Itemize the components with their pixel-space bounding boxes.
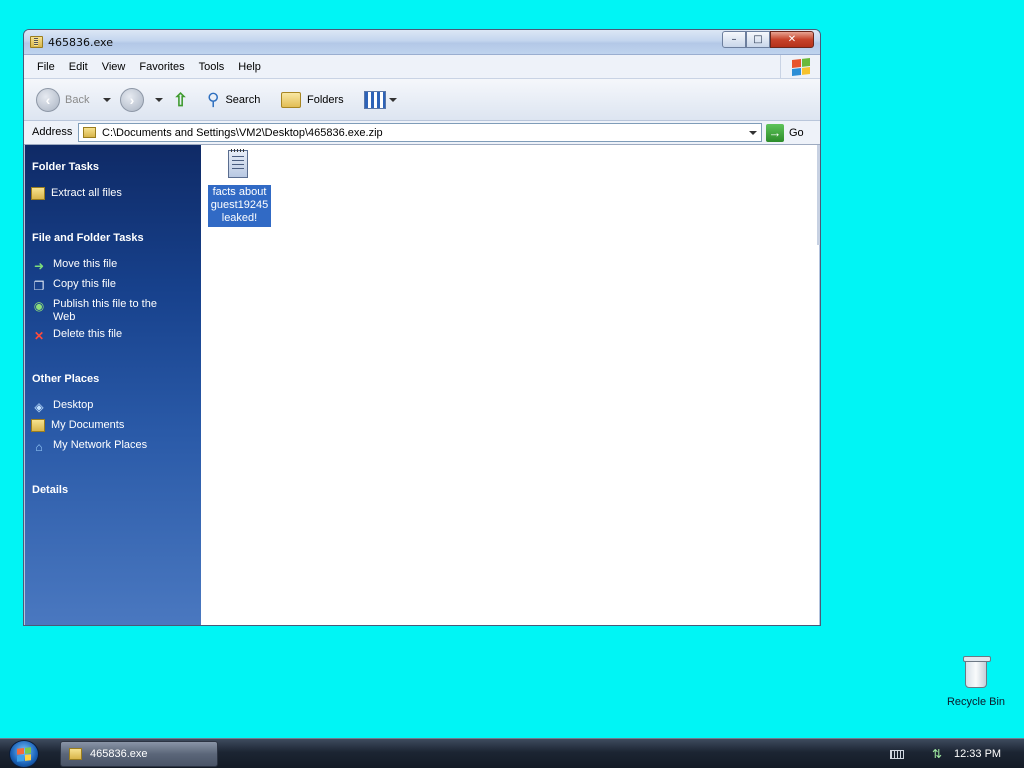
menu-edit[interactable]: Edit bbox=[62, 61, 95, 73]
desktop-label: Desktop bbox=[53, 399, 94, 411]
views-icon bbox=[364, 91, 386, 109]
recycle-bin[interactable]: Recycle Bin bbox=[944, 656, 1008, 712]
back-label: Back bbox=[65, 94, 90, 106]
start-button[interactable] bbox=[9, 740, 39, 768]
my-documents-link[interactable]: My Documents bbox=[31, 419, 171, 432]
clock[interactable]: 12:33 PM bbox=[954, 748, 1001, 760]
desktop-link[interactable]: ◈ Desktop bbox=[31, 399, 173, 415]
folder-tasks-heading[interactable]: Folder Tasks bbox=[32, 161, 99, 173]
taskbar-window-label: 465836.exe bbox=[90, 748, 148, 760]
address-dropdown[interactable] bbox=[744, 124, 761, 141]
zip-folder-icon bbox=[30, 36, 43, 48]
publish-file-label: Publish this file to the Web bbox=[53, 298, 157, 323]
recycle-bin-icon bbox=[963, 656, 991, 688]
menu-help[interactable]: Help bbox=[231, 61, 268, 73]
taskbar: 465836.exe ⇅ 12:33 PM bbox=[0, 738, 1024, 768]
go-label: Go bbox=[789, 126, 804, 139]
address-label: Address bbox=[32, 126, 73, 138]
explorer-window: 465836.exe – □ ✕ File Edit View Favorite… bbox=[23, 29, 821, 626]
forward-arrow-icon: › bbox=[120, 88, 144, 112]
maximize-button[interactable]: □ bbox=[746, 31, 770, 48]
folders-label: Folders bbox=[307, 94, 344, 106]
recycle-bin-label: Recycle Bin bbox=[946, 696, 1006, 708]
address-bar: Address C:\Documents and Settings\VM2\De… bbox=[24, 121, 820, 145]
extract-all-files-label: Extract all files bbox=[51, 187, 122, 199]
menu-view[interactable]: View bbox=[95, 61, 133, 73]
views-button[interactable] bbox=[364, 87, 397, 113]
copy-icon: ❐ bbox=[33, 279, 45, 293]
go-arrow-icon: → bbox=[766, 123, 784, 142]
windows-flag-icon bbox=[791, 57, 810, 76]
file-folder-tasks-heading[interactable]: File and Folder Tasks bbox=[32, 232, 144, 244]
taskbar-window-button[interactable]: 465836.exe bbox=[60, 741, 218, 767]
go-button[interactable]: → Go bbox=[766, 123, 804, 142]
system-tray: ⇅ 12:33 PM bbox=[890, 739, 1001, 768]
minimize-button[interactable]: – bbox=[722, 31, 746, 48]
details-heading[interactable]: Details bbox=[32, 484, 68, 496]
delete-file-link[interactable]: ✕ Delete this file bbox=[31, 328, 173, 344]
extract-icon bbox=[31, 187, 45, 200]
up-folder-icon: ⇧ bbox=[173, 89, 189, 110]
back-dropdown-icon[interactable] bbox=[103, 98, 112, 102]
desktop-icon: ◈ bbox=[34, 400, 44, 414]
move-file-link[interactable]: ➜ Move this file bbox=[31, 258, 173, 274]
folder-icon bbox=[281, 92, 301, 108]
network-icon: ⌂ bbox=[35, 440, 43, 454]
copy-file-link[interactable]: ❐ Copy this file bbox=[31, 278, 173, 294]
views-dropdown-icon[interactable] bbox=[389, 98, 397, 102]
documents-folder-icon bbox=[31, 419, 45, 432]
back-arrow-icon: ‹ bbox=[36, 88, 60, 112]
my-documents-label: My Documents bbox=[51, 419, 125, 431]
network-status-icon[interactable]: ⇅ bbox=[932, 747, 946, 761]
my-network-places-link[interactable]: ⌂ My Network Places bbox=[31, 439, 173, 455]
zip-folder-icon bbox=[83, 127, 96, 138]
file-name-label: facts about guest19245 leaked! bbox=[208, 185, 271, 227]
address-field[interactable]: C:\Documents and Settings\VM2\Desktop\46… bbox=[78, 123, 762, 142]
menu-file[interactable]: File bbox=[30, 61, 62, 73]
other-places-heading[interactable]: Other Places bbox=[32, 373, 99, 385]
publish-file-link[interactable]: ◉ Publish this file to the Web bbox=[31, 298, 173, 324]
search-icon: ⚲ bbox=[207, 90, 220, 109]
up-folder-button[interactable]: ⇧ bbox=[173, 87, 188, 113]
globe-icon: ◉ bbox=[33, 299, 45, 313]
caption-buttons: – □ ✕ bbox=[722, 31, 814, 48]
copy-file-label: Copy this file bbox=[53, 278, 116, 290]
delete-file-label: Delete this file bbox=[53, 328, 123, 340]
scrollbar-edge bbox=[817, 145, 820, 245]
address-value: C:\Documents and Settings\VM2\Desktop\46… bbox=[102, 126, 383, 139]
search-label: Search bbox=[225, 94, 261, 106]
forward-button[interactable]: › bbox=[120, 87, 163, 113]
close-button[interactable]: ✕ bbox=[770, 31, 814, 48]
chevron-down-icon bbox=[748, 130, 757, 135]
extract-all-files-link[interactable]: Extract all files bbox=[31, 187, 171, 200]
folders-button[interactable]: Folders bbox=[281, 87, 344, 113]
file-list-area[interactable]: facts about guest19245 leaked! bbox=[201, 145, 819, 625]
standard-toolbar: ‹ Back › ⇧ ⚲ Search Folders bbox=[24, 79, 820, 121]
menu-tools[interactable]: Tools bbox=[192, 61, 232, 73]
menu-bar: File Edit View Favorites Tools Help bbox=[24, 55, 820, 79]
move-icon: ➜ bbox=[33, 259, 45, 273]
window-title: 465836.exe bbox=[48, 36, 114, 49]
keyboard-icon[interactable] bbox=[890, 749, 904, 759]
menu-favorites[interactable]: Favorites bbox=[132, 61, 191, 73]
delete-icon: ✕ bbox=[33, 329, 45, 343]
forward-dropdown-icon[interactable] bbox=[155, 98, 163, 102]
task-pane: Folder Tasks Extract all files File and … bbox=[25, 145, 201, 625]
title-bar[interactable]: 465836.exe – □ ✕ bbox=[24, 30, 820, 55]
my-network-places-label: My Network Places bbox=[53, 439, 148, 451]
windows-flag-icon bbox=[17, 746, 31, 762]
move-file-label: Move this file bbox=[53, 258, 118, 270]
windows-logo bbox=[780, 55, 820, 78]
text-file-icon bbox=[228, 149, 248, 178]
back-button[interactable]: ‹ Back bbox=[36, 87, 112, 113]
search-button[interactable]: ⚲ Search bbox=[207, 87, 260, 113]
zip-folder-icon bbox=[69, 748, 82, 760]
